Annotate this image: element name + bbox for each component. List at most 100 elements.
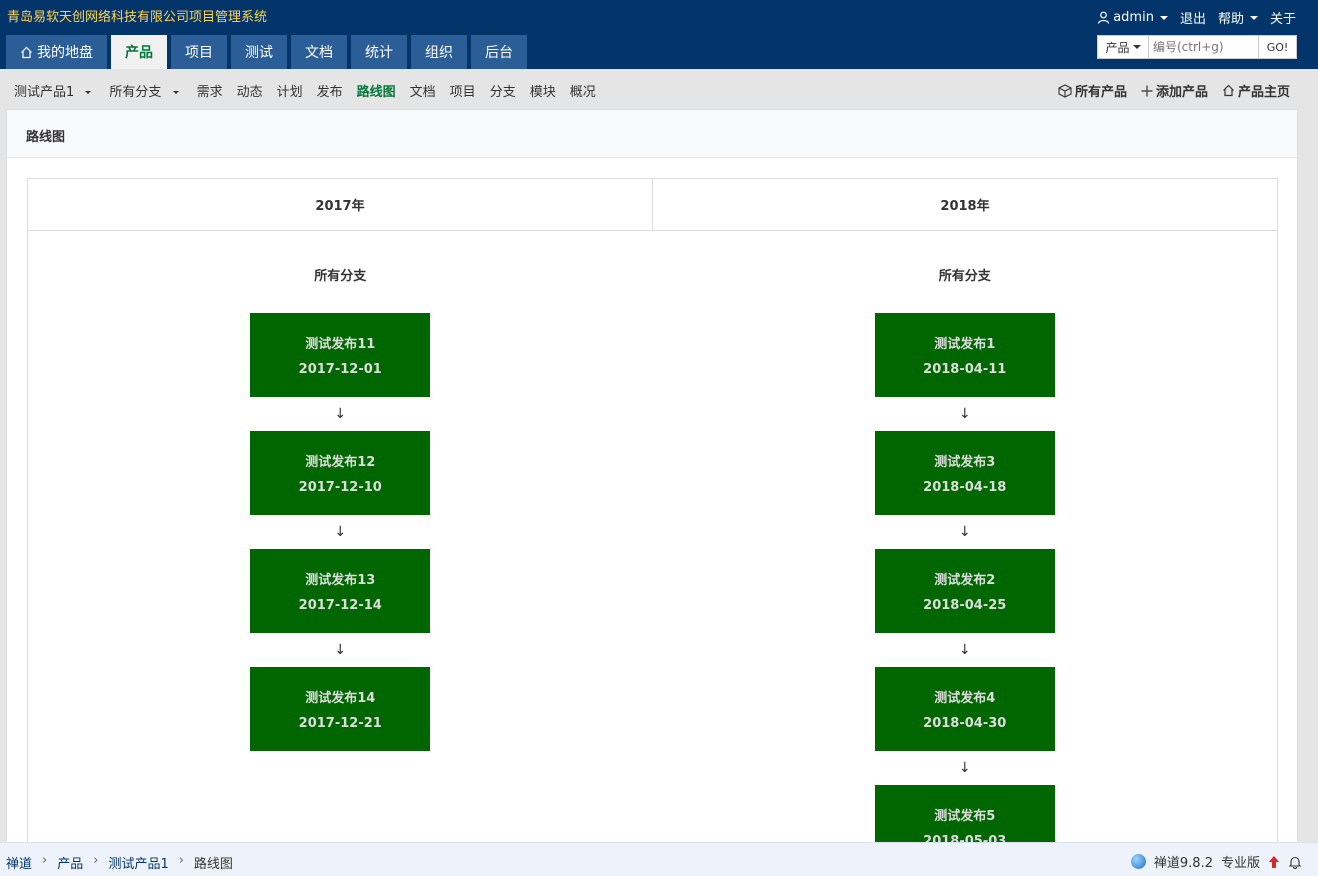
add-product-label: 添加产品 <box>1155 85 1208 100</box>
tab-project[interactable]: 项目 <box>171 35 227 69</box>
branch-name: 所有分支 <box>109 85 162 100</box>
release-card[interactable]: 测试发布3 2018-04-18 <box>874 431 1055 515</box>
year-header: 2018年 <box>940 199 990 214</box>
down-arrow-icon: ↓ <box>334 642 347 658</box>
product-home-link[interactable]: 产品主页 <box>1222 81 1290 100</box>
cube-icon <box>1058 83 1072 98</box>
release-date: 2017-12-21 <box>298 716 382 731</box>
plus-icon <box>1141 85 1153 96</box>
logout-link[interactable]: 退出 <box>1180 8 1206 27</box>
release-card[interactable]: 测试发布5 2018-05-03 <box>874 785 1055 848</box>
release-name: 测试发布11 <box>305 337 376 352</box>
product-home-label: 产品主页 <box>1237 85 1290 100</box>
search-type-label: 产品 <box>1105 40 1130 55</box>
breadcrumb-product[interactable]: 产品 <box>57 853 83 872</box>
tab-report[interactable]: 统计 <box>351 35 407 69</box>
tab-company[interactable]: 组织 <box>411 35 467 69</box>
add-product-link[interactable]: 添加产品 <box>1141 81 1208 100</box>
release-card[interactable]: 测试发布1 2018-04-11 <box>874 313 1055 397</box>
release-name: 测试发布13 <box>305 573 376 588</box>
subnav-overview[interactable]: 概况 <box>570 81 596 100</box>
branch-label: 所有分支 <box>938 269 991 284</box>
user-icon <box>1098 11 1110 24</box>
bell-icon[interactable] <box>1288 855 1302 869</box>
release-date: 2018-04-25 <box>923 598 1007 613</box>
down-arrow-icon: ↓ <box>958 524 971 540</box>
user-bar: admin 退出 帮助 关于 <box>1097 8 1296 27</box>
release-card[interactable]: 测试发布14 2017-12-21 <box>250 667 431 751</box>
subnav-dynamic[interactable]: 动态 <box>237 81 263 100</box>
edition-link[interactable]: 专业版 <box>1221 852 1260 871</box>
release-name: 测试发布5 <box>934 809 996 824</box>
down-arrow-icon: ↓ <box>334 524 347 540</box>
search-box: 产品 GO! <box>1097 35 1297 59</box>
sub-nav: 测试产品1 所有分支 需求 动态 计划 发布 路线图 文档 项目 分支 模块 概… <box>0 69 1318 109</box>
product-switcher[interactable]: 测试产品1 <box>14 81 92 100</box>
breadcrumb-product-name[interactable]: 测试产品1 <box>108 853 168 872</box>
roadmap-panel: 路线图 2017年 2018年 所有分支 测试发布11 2017-12-01 ↓… <box>6 109 1298 849</box>
search-input[interactable] <box>1149 35 1259 59</box>
year-header: 2017年 <box>28 179 653 230</box>
release-card[interactable]: 测试发布12 2017-12-10 <box>250 431 431 515</box>
top-header: 青岛易软天创网络科技有限公司项目管理系统 admin 退出 帮助 关于 我的地盘… <box>0 0 1318 69</box>
subnav-plan[interactable]: 计划 <box>277 81 303 100</box>
breadcrumb-separator: › <box>178 853 184 868</box>
release-card[interactable]: 测试发布2 2018-04-25 <box>874 549 1055 633</box>
search-go-button[interactable]: GO! <box>1259 35 1297 59</box>
tab-product[interactable]: 产品 <box>111 35 167 69</box>
subnav-story[interactable]: 需求 <box>197 81 223 100</box>
breadcrumb-home[interactable]: 禅道 <box>6 853 32 872</box>
subnav-release[interactable]: 发布 <box>317 81 343 100</box>
chevron-down-icon <box>85 91 92 94</box>
breadcrumb-separator: › <box>42 853 48 868</box>
release-card[interactable]: 测试发布11 2017-12-01 <box>250 313 431 397</box>
help-menu[interactable]: 帮助 <box>1218 8 1258 27</box>
branch-label: 所有分支 <box>314 269 367 284</box>
tab-doc[interactable]: 文档 <box>291 35 347 69</box>
upgrade-arrow-icon[interactable] <box>1268 855 1280 869</box>
about-link[interactable]: 关于 <box>1270 8 1296 27</box>
down-arrow-icon: ↓ <box>958 642 971 658</box>
down-arrow-icon: ↓ <box>958 760 971 776</box>
version-link[interactable]: 禅道9.8.2 <box>1154 852 1213 871</box>
release-name: 测试发布2 <box>934 573 996 588</box>
down-arrow-icon: ↓ <box>334 406 347 422</box>
release-date: 2017-12-10 <box>298 480 382 495</box>
release-date: 2018-04-18 <box>923 480 1007 495</box>
chevron-down-icon <box>1249 15 1258 20</box>
down-arrow-icon: ↓ <box>958 406 971 422</box>
user-name: admin <box>1113 10 1154 25</box>
tab-test[interactable]: 测试 <box>231 35 287 69</box>
release-date: 2017-12-14 <box>298 598 382 613</box>
release-card[interactable]: 测试发布4 2018-04-30 <box>874 667 1055 751</box>
page-title: 路线图 <box>7 110 1297 158</box>
breadcrumb-separator: › <box>93 853 99 868</box>
release-card[interactable]: 测试发布13 2017-12-14 <box>250 549 431 633</box>
release-name: 测试发布1 <box>934 337 996 352</box>
chevron-down-icon <box>172 91 179 94</box>
all-products-link[interactable]: 所有产品 <box>1058 81 1127 100</box>
release-name: 测试发布4 <box>934 691 996 706</box>
home-icon <box>21 46 32 58</box>
tab-my[interactable]: 我的地盘 <box>6 35 107 69</box>
subnav-doc[interactable]: 文档 <box>410 81 436 100</box>
footer-right: 禅道9.8.2 专业版 <box>1130 852 1302 871</box>
release-name: 测试发布12 <box>305 455 376 470</box>
globe-icon <box>1130 854 1146 869</box>
release-name: 测试发布3 <box>934 455 996 470</box>
release-date: 2018-04-30 <box>923 716 1007 731</box>
year-column-2018: 所有分支 测试发布1 2018-04-11 ↓ 测试发布3 2018-04-18… <box>653 231 1278 848</box>
roadmap-columns: 所有分支 测试发布11 2017-12-01 ↓ 测试发布12 2017-12-… <box>28 231 1278 848</box>
tab-admin[interactable]: 后台 <box>471 35 527 69</box>
breadcrumb: 禅道 › 产品 › 测试产品1 › 路线图 <box>6 853 233 872</box>
branch-switcher[interactable]: 所有分支 <box>109 81 179 100</box>
sub-nav-right: 所有产品 添加产品 产品主页 <box>1058 81 1290 100</box>
subnav-module[interactable]: 模块 <box>530 81 556 100</box>
search-type-select[interactable]: 产品 <box>1097 35 1149 59</box>
subnav-project[interactable]: 项目 <box>450 81 476 100</box>
user-menu[interactable]: admin <box>1097 10 1168 25</box>
subnav-branch[interactable]: 分支 <box>490 81 516 100</box>
all-products-label: 所有产品 <box>1074 85 1127 100</box>
footer-bar: 禅道 › 产品 › 测试产品1 › 路线图 禅道9.8.2 专业版 <box>0 842 1318 876</box>
subnav-roadmap[interactable]: 路线图 <box>357 81 396 100</box>
